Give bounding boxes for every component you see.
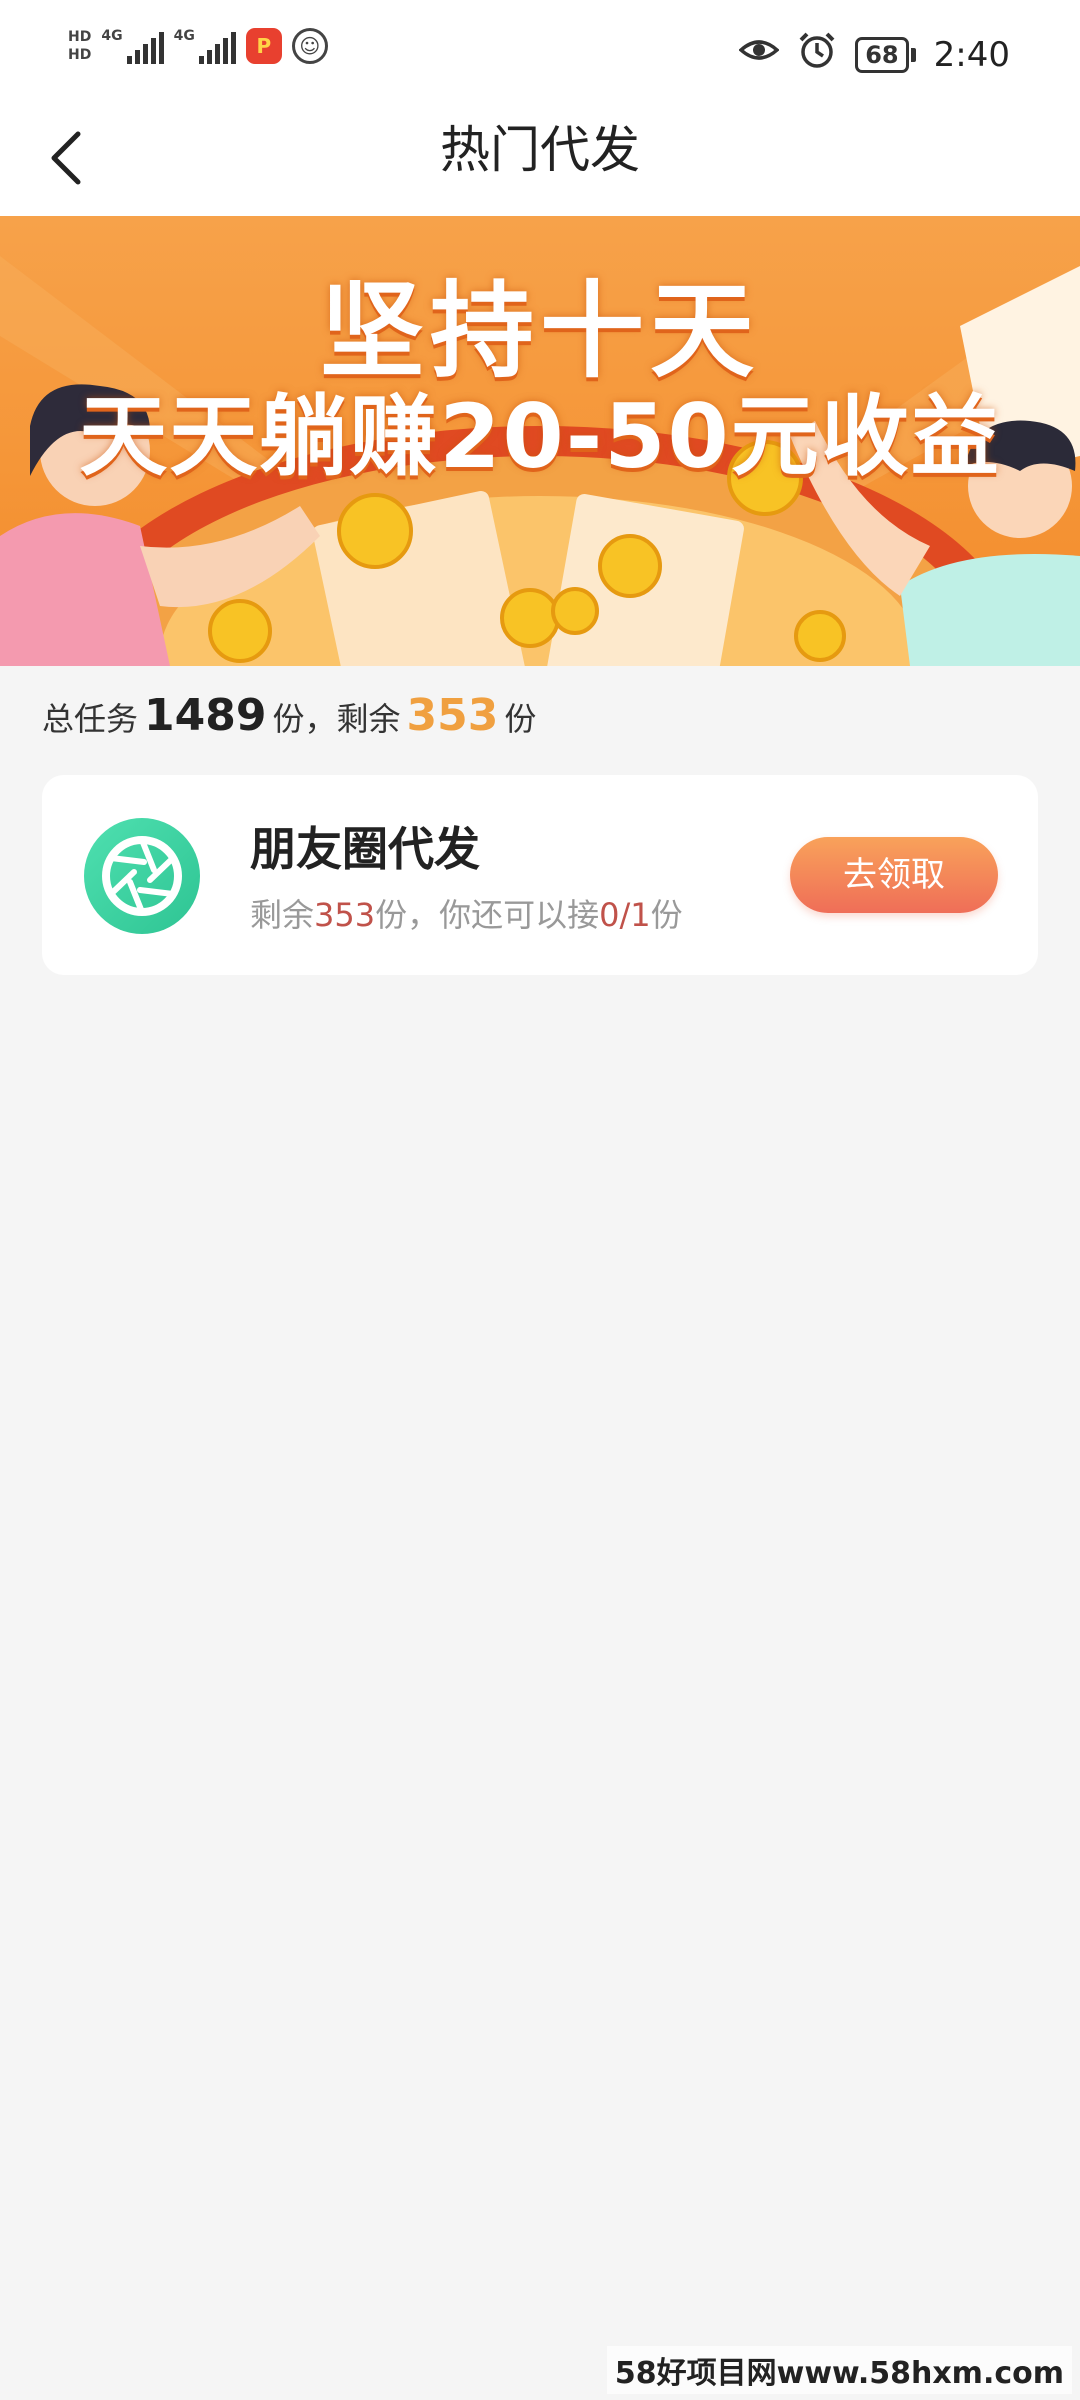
status-bar: HD HD 4G 4G P ☺ 68 2:40	[0, 0, 1080, 100]
task-desc-mid: 份，你还可以接	[375, 896, 600, 934]
signal-bars-icon	[126, 32, 164, 64]
battery-level: 68	[855, 36, 909, 73]
task-summary: 总任务 1489 份，剩余 353 份	[42, 690, 536, 741]
watermark: 58好项目网www.58hxm.com	[606, 2346, 1072, 2394]
hd-label-1: HD	[68, 29, 92, 45]
status-left: HD HD 4G 4G P ☺	[68, 28, 328, 64]
battery-tip	[910, 47, 916, 62]
task-card[interactable]: 朋友圈代发 剩余353份，你还可以接0/1份 去领取	[42, 775, 1038, 975]
signal-bars-icon	[198, 32, 236, 64]
network-type-1: 4G	[101, 28, 123, 44]
signal-1: 4G	[101, 28, 164, 64]
claim-task-button[interactable]: 去领取	[790, 837, 998, 913]
promo-banner[interactable]: 坚持十天 天天躺赚20-50元收益	[0, 216, 1080, 666]
summary-mid: 份，剩余	[272, 700, 401, 738]
task-desc-remaining: 353	[314, 896, 376, 934]
eye-icon	[738, 30, 780, 79]
page-title: 热门代发	[440, 121, 640, 179]
nav-header: 热门代发	[0, 100, 1080, 216]
battery-indicator: 68	[855, 36, 916, 73]
task-title: 朋友圈代发	[250, 822, 480, 876]
app-notification-icon: P	[245, 28, 282, 64]
summary-suffix: 份	[504, 700, 537, 738]
hd-indicator: HD HD	[68, 28, 91, 64]
alarm-icon	[797, 30, 837, 79]
hd-label-2: HD	[68, 47, 92, 63]
camera-aperture-icon	[84, 818, 200, 934]
app-notification-icon-2: ☺	[291, 28, 328, 64]
task-description: 剩余353份，你还可以接0/1份	[250, 890, 683, 936]
summary-total: 1489	[144, 690, 267, 741]
summary-remaining: 353	[406, 690, 499, 741]
banner-subheadline: 天天躺赚20-50元收益	[79, 385, 1001, 488]
summary-prefix: 总任务	[42, 700, 139, 738]
signal-2: 4G	[174, 28, 236, 64]
status-right: 68 2:40	[738, 30, 1010, 79]
task-desc-suffix: 份	[650, 896, 683, 934]
task-desc-prefix: 剩余	[250, 896, 315, 934]
network-type-2: 4G	[173, 28, 195, 44]
task-desc-quota: 0/1	[599, 896, 651, 934]
status-time: 2:40	[933, 34, 1010, 75]
